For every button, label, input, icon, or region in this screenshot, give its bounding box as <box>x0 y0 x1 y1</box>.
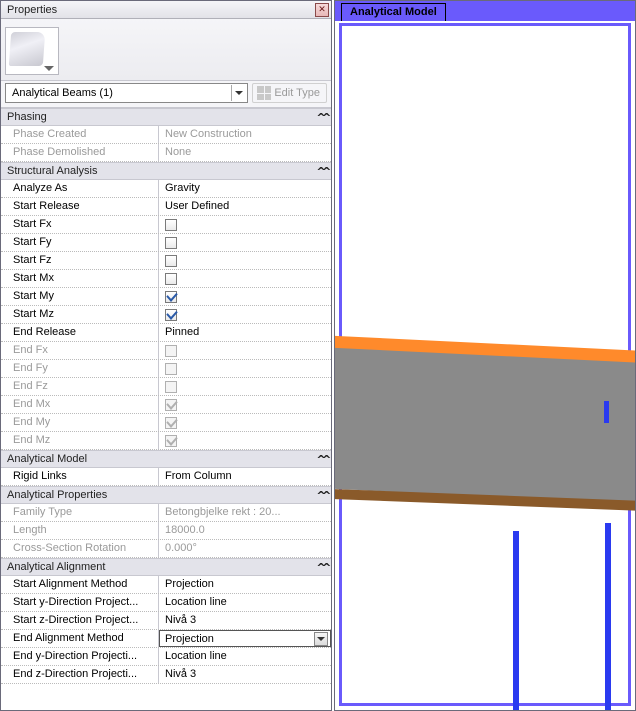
collapse-icon: ^^ <box>317 453 328 466</box>
model-column <box>605 523 611 711</box>
row-cs-rotation: Cross-Section Rotation 0.000° <box>1 540 331 558</box>
view-tabbar: Analytical Model <box>335 1 635 21</box>
chevron-down-icon <box>317 637 325 641</box>
row-start-fz[interactable]: Start Fz <box>1 252 331 270</box>
row-analyze-as[interactable]: Analyze As Gravity <box>1 180 331 198</box>
row-end-fy: End Fy <box>1 360 331 378</box>
row-end-mz: End Mz <box>1 432 331 450</box>
row-end-fx: End Fx <box>1 342 331 360</box>
panel-titlebar: Properties ✕ <box>1 1 331 19</box>
end-alignment-select[interactable]: Projection <box>159 630 331 647</box>
type-select-value: Analytical Beams (1) <box>12 87 113 99</box>
checkbox <box>165 399 177 411</box>
row-length: Length 18000.0 <box>1 522 331 540</box>
row-end-z-projection[interactable]: End z-Direction Projecti... Nivå 3 <box>1 666 331 684</box>
collapse-icon: ^^ <box>317 165 328 178</box>
edit-type-label: Edit Type <box>274 87 320 99</box>
checkbox <box>165 345 177 357</box>
section-structural-analysis[interactable]: Structural Analysis ^^ <box>1 162 331 180</box>
type-thumbnail[interactable] <box>5 27 59 75</box>
chevron-down-icon <box>231 85 245 101</box>
type-preview-row <box>1 19 331 81</box>
checkbox <box>165 381 177 393</box>
collapse-icon: ^^ <box>317 489 328 502</box>
model-slab <box>334 351 636 501</box>
row-start-my[interactable]: Start My <box>1 288 331 306</box>
viewport-analytical-model[interactable]: Analytical Model <box>334 0 636 711</box>
row-end-my: End My <box>1 414 331 432</box>
row-phase-created: Phase Created New Construction <box>1 126 331 144</box>
row-start-y-projection[interactable]: Start y-Direction Project... Location li… <box>1 594 331 612</box>
checkbox[interactable] <box>165 273 177 285</box>
row-start-release[interactable]: Start Release User Defined <box>1 198 331 216</box>
checkbox <box>165 435 177 447</box>
model-column <box>513 531 519 711</box>
row-end-y-projection[interactable]: End y-Direction Projecti... Location lin… <box>1 648 331 666</box>
row-end-mx: End Mx <box>1 396 331 414</box>
collapse-icon: ^^ <box>317 111 328 124</box>
checkbox[interactable] <box>165 309 177 321</box>
collapse-icon: ^^ <box>317 561 328 574</box>
row-start-mz[interactable]: Start Mz <box>1 306 331 324</box>
type-selector-row: Analytical Beams (1) Edit Type <box>1 81 331 108</box>
type-select[interactable]: Analytical Beams (1) <box>5 83 248 103</box>
section-analytical-alignment[interactable]: Analytical Alignment ^^ <box>1 558 331 576</box>
section-analytical-model[interactable]: Analytical Model ^^ <box>1 450 331 468</box>
checkbox[interactable] <box>165 255 177 267</box>
view-tab-analytical-model[interactable]: Analytical Model <box>341 3 446 21</box>
property-grid: Phasing ^^ Phase Created New Constructio… <box>1 108 331 710</box>
checkbox <box>165 417 177 429</box>
row-start-fx[interactable]: Start Fx <box>1 216 331 234</box>
row-phase-demolished: Phase Demolished None <box>1 144 331 162</box>
checkbox[interactable] <box>165 237 177 249</box>
edit-type-button[interactable]: Edit Type <box>252 83 327 103</box>
panel-title: Properties <box>3 4 315 16</box>
row-start-alignment[interactable]: Start Alignment Method Projection <box>1 576 331 594</box>
section-analytical-properties[interactable]: Analytical Properties ^^ <box>1 486 331 504</box>
chevron-down-icon <box>44 66 54 71</box>
edit-type-icon <box>257 86 271 100</box>
row-end-fz: End Fz <box>1 378 331 396</box>
row-start-z-projection[interactable]: Start z-Direction Project... Nivå 3 <box>1 612 331 630</box>
row-start-mx[interactable]: Start Mx <box>1 270 331 288</box>
close-button[interactable]: ✕ <box>315 3 329 17</box>
row-end-alignment[interactable]: End Alignment Method Projection <box>1 630 331 648</box>
row-start-fy[interactable]: Start Fy <box>1 234 331 252</box>
model-pin <box>604 401 609 423</box>
properties-panel: Properties ✕ Analytical Beams (1) Edit T… <box>0 0 332 711</box>
dropdown-button[interactable] <box>314 632 328 646</box>
checkbox <box>165 363 177 375</box>
section-phasing[interactable]: Phasing ^^ <box>1 108 331 126</box>
row-rigid-links[interactable]: Rigid Links From Column <box>1 468 331 486</box>
row-end-release[interactable]: End Release Pinned <box>1 324 331 342</box>
checkbox[interactable] <box>165 291 177 303</box>
checkbox[interactable] <box>165 219 177 231</box>
row-family-type: Family Type Betongbjelke rekt : 20... <box>1 504 331 522</box>
